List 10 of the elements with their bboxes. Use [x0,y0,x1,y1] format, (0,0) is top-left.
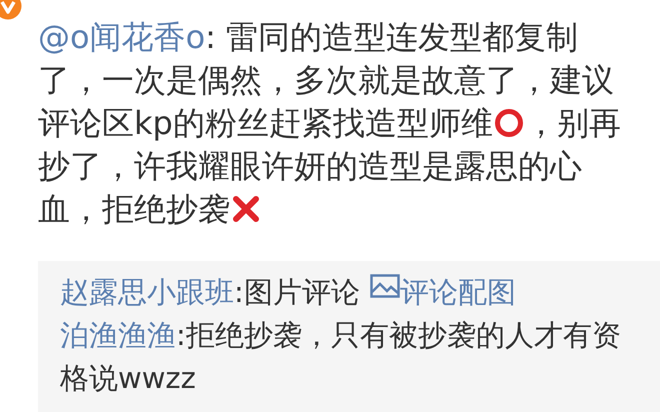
image-icon [370,274,400,300]
reply-author[interactable]: 赵露思小跟班 [60,275,234,309]
reply-author[interactable]: 泊渔渔渔 [60,318,176,352]
comment-text: @o闻花香o: 雷同的造型连发型都复制了，一次是偶然，多次就是故意了，建议评论区kp的粉丝赶紧找造型师维 ，别再抄了，许我耀眼许妍的造型是露思的心血，拒绝抄袭 [38,17,622,230]
cross-icon [231,194,261,224]
circle-icon [494,108,524,138]
user-mention[interactable]: @o闻花香o [38,18,206,56]
reply-text: 泊渔渔渔:拒绝抄袭，只有被抄袭的人才有资格说wwzz [60,317,622,397]
picture-link[interactable]: 评论配图 [370,275,516,309]
reply-text: 赵露思小跟班:图片评论 评论配图 [60,273,517,311]
